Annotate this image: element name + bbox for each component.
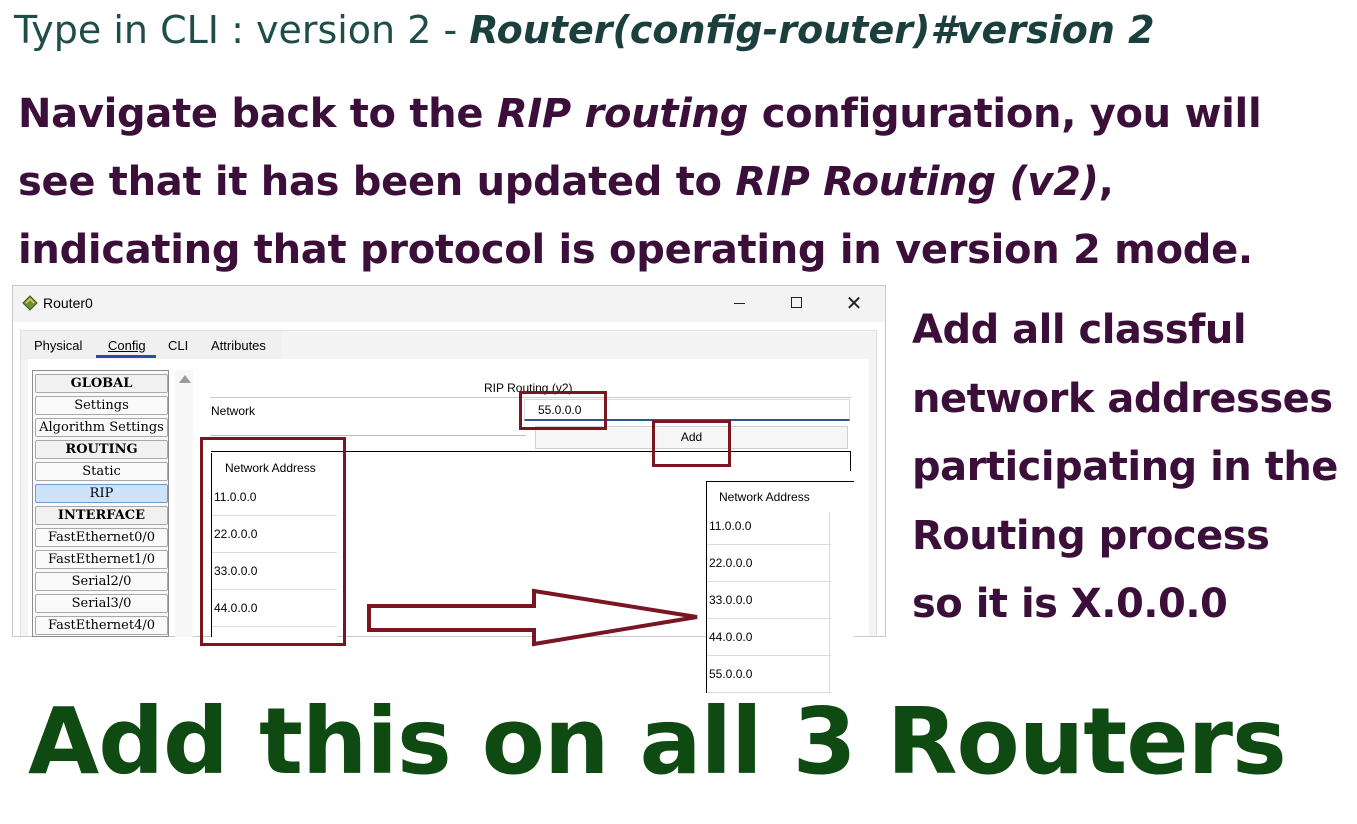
table-column-divider: [829, 512, 830, 693]
close-button[interactable]: ✕: [831, 286, 877, 320]
config-sidebar: GLOBAL Settings Algorithm Settings ROUTI…: [32, 370, 169, 637]
cli-instruction-line: Type in CLI : version 2 - Router(config-…: [14, 8, 1155, 52]
sidebar-scrollbar[interactable]: [175, 370, 193, 637]
side-line: Routing process: [912, 512, 1270, 559]
footer-headline: Add this on all 3 Routers: [28, 688, 1287, 795]
close-icon: ✕: [845, 291, 863, 315]
tab-cli[interactable]: CLI: [168, 338, 188, 353]
nav-italic-2: RIP Routing (v2): [735, 159, 1099, 205]
title-bar[interactable]: Router0 ✕: [13, 286, 885, 322]
window-title: Router0: [43, 295, 93, 311]
minimize-icon: [733, 303, 745, 304]
network-address-table-after: Network Address 11.0.0.0 22.0.0.0 33.0.0…: [706, 481, 854, 693]
sidebar-item-fastethernet4-0[interactable]: FastEthernet4/0: [35, 616, 168, 635]
router-app-icon: [22, 295, 38, 311]
side-line: so it is X.0.0.0: [912, 581, 1228, 627]
classful-instruction: Add all classful network addresses parti…: [912, 296, 1357, 639]
sidebar-item-settings[interactable]: Settings: [35, 396, 168, 415]
sidebar-item-serial3-0[interactable]: Serial3/0: [35, 594, 168, 613]
network-label: Network: [211, 404, 256, 418]
sidebar-item-static[interactable]: Static: [35, 462, 168, 481]
nav-italic-1: RIP routing: [496, 91, 749, 137]
maximize-button[interactable]: [773, 286, 819, 320]
sidebar-header-routing: ROUTING: [35, 440, 168, 459]
input-divider: [210, 435, 526, 436]
tab-bar: Physical Config CLI Attributes: [21, 331, 281, 359]
cli-command: Router(config-router)#version 2: [469, 8, 1155, 52]
tab-physical[interactable]: Physical: [34, 338, 82, 353]
side-line: participating in the: [912, 444, 1338, 490]
side-line: network addresses: [912, 375, 1333, 422]
table-row[interactable]: 11.0.0.0: [707, 508, 831, 545]
sidebar-item-algorithm-settings[interactable]: Algorithm Settings: [35, 418, 168, 437]
right-arrow-icon: [367, 588, 698, 647]
add-button-highlight: [652, 420, 731, 467]
maximize-icon: [790, 297, 802, 308]
sidebar-item-rip[interactable]: RIP: [35, 484, 168, 503]
side-line: Add all classful: [912, 307, 1247, 353]
active-tab-indicator: [96, 355, 156, 358]
table-row[interactable]: 22.0.0.0: [707, 545, 831, 582]
table-row[interactable]: 44.0.0.0: [707, 619, 831, 656]
sidebar-item-fastethernet0-0[interactable]: FastEthernet0/0: [35, 528, 168, 547]
table-row[interactable]: 33.0.0.0: [707, 582, 831, 619]
sidebar-header-global: GLOBAL: [35, 374, 168, 393]
minimize-button[interactable]: [716, 286, 762, 320]
sidebar-item-fastethernet1-0[interactable]: FastEthernet1/0: [35, 550, 168, 569]
cli-instruction-prefix: Type in CLI : version 2 -: [14, 8, 470, 52]
navigate-instruction: Navigate back to the RIP routing configu…: [18, 80, 1348, 284]
sidebar-header-interface: INTERFACE: [35, 506, 168, 525]
sidebar-item-serial2-0[interactable]: Serial2/0: [35, 572, 168, 591]
network-input-highlight: [519, 391, 607, 430]
scroll-up-icon[interactable]: [179, 375, 191, 383]
tab-config[interactable]: Config: [108, 338, 146, 353]
nav-text-1: Navigate back to the: [18, 91, 497, 137]
table-highlight: [200, 437, 346, 646]
tab-attributes[interactable]: Attributes: [211, 338, 266, 353]
